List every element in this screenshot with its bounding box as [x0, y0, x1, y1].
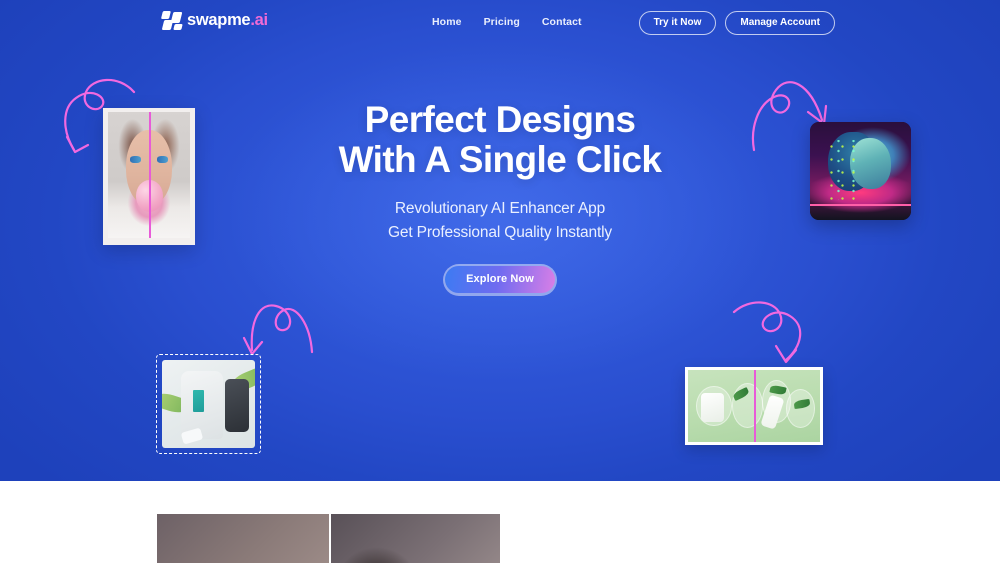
cosmetics-image — [688, 370, 820, 442]
nav-link-home[interactable]: Home — [432, 16, 462, 28]
explore-now-label: Explore Now — [445, 266, 555, 294]
restore-after-half — [328, 514, 500, 563]
hero-subtitle-line-2: Get Professional Quality Instantly — [387, 223, 613, 241]
try-it-now-button[interactable]: Try it Now — [638, 11, 717, 35]
curly-arrow-bottom-right-icon — [732, 298, 816, 368]
hero-subtitle: Revolutionary AI Enhancer App Get Profes… — [0, 197, 1000, 245]
manage-account-button[interactable]: Manage Account — [725, 11, 835, 35]
cosmetics-product-card[interactable] — [685, 367, 823, 445]
brand-suffix: .ai — [250, 11, 268, 29]
cta-wrapper: Explore Now — [0, 263, 1000, 296]
restore-before-after-image[interactable] — [157, 514, 500, 563]
brand-name-text: swapme — [187, 11, 251, 29]
hero-subtitle-line-1: Revolutionary AI Enhancer App — [394, 199, 606, 217]
tshirt-print-graphic — [193, 389, 205, 413]
explore-now-button[interactable]: Explore Now — [442, 263, 558, 296]
hero-title-line-1: Perfect Designs — [364, 99, 636, 140]
brand-logo-link[interactable]: swapme.ai — [161, 11, 268, 30]
nav-link-pricing[interactable]: Pricing — [484, 16, 520, 28]
cosmetic-jar — [701, 393, 724, 422]
brand-name: swapme.ai — [187, 11, 268, 30]
hero-title: Perfect Designs With A Single Click — [0, 100, 1000, 180]
hero-section: swapme.ai Home Pricing Contact Try it No… — [0, 0, 1000, 481]
restore-before-half — [157, 514, 329, 563]
leggings-graphic — [225, 379, 250, 433]
hero-title-line-2: With A Single Click — [338, 138, 662, 180]
tshirt-mockup-card[interactable] — [156, 354, 261, 454]
main-navigation: swapme.ai Home Pricing Contact Try it No… — [0, 0, 1000, 45]
nav-links: Home Pricing Contact — [432, 16, 582, 28]
cosmetics-split-handle[interactable] — [754, 370, 756, 442]
restore-photos-section: Restore Your Photos — [0, 481, 1000, 563]
hero-content: Perfect Designs With A Single Click Revo… — [0, 100, 1000, 296]
tshirt-mockup-image — [162, 360, 255, 448]
nav-link-contact[interactable]: Contact — [542, 16, 582, 28]
nav-actions: Try it Now Manage Account — [638, 11, 835, 35]
swapme-logo-icon — [161, 11, 183, 30]
restore-split-handle[interactable] — [328, 514, 331, 563]
tshirt-graphic — [180, 370, 224, 440]
